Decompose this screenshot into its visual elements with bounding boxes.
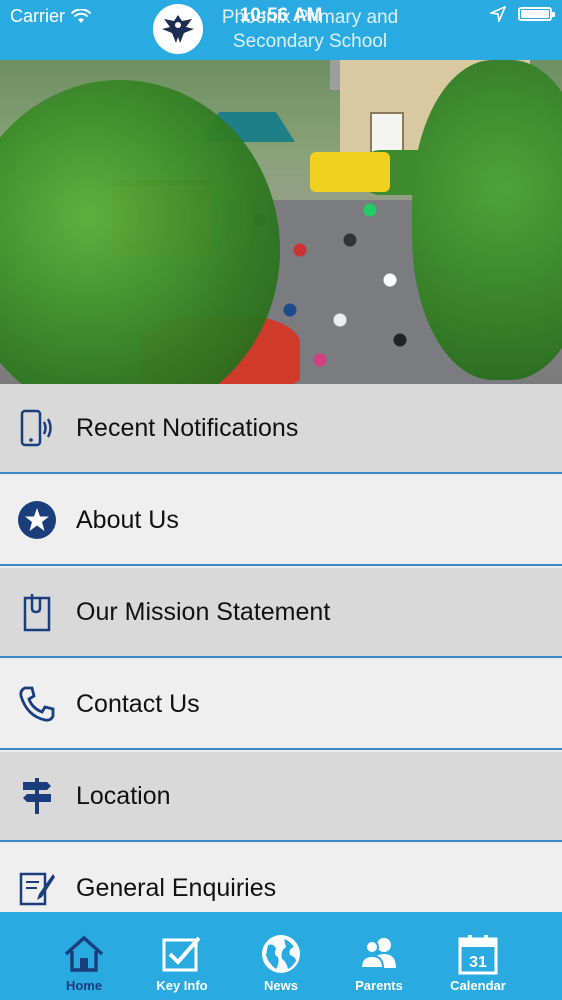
calendar-icon: 31 [456,932,500,976]
menu-item-label: About Us [76,505,179,534]
school-logo [153,4,203,54]
tab-label: Key Info [156,978,208,993]
signpost-icon [15,774,59,818]
star-circle-icon [15,498,59,542]
tab-calendar[interactable]: 31 Calendar [428,912,528,1000]
people-icon [357,932,401,976]
menu-item-label: General Enquiries [76,873,277,902]
clipboard-icon [15,590,59,634]
battery-level [521,10,549,18]
checkbox-icon [160,932,204,976]
tab-label: News [264,978,298,993]
eagle-crest-icon [162,15,194,43]
menu-item-label: Location [76,781,171,810]
tab-parents[interactable]: Parents [329,912,429,1000]
tab-label: Home [65,978,103,993]
menu-item-mission-statement[interactable]: Our Mission Statement [0,568,562,658]
menu-item-contact-us[interactable]: Contact Us [0,660,562,750]
phone-vibrate-icon [15,406,59,450]
tab-label: Calendar [450,978,506,993]
home-icon [62,932,106,976]
tab-key-info[interactable]: Key Info [132,912,232,1000]
menu-item-label: Contact Us [76,689,200,718]
location-arrow-icon [490,6,506,22]
status-right-group [490,6,555,22]
menu-item-general-enquiries[interactable]: General Enquiries [0,844,562,912]
menu-item-label: Our Mission Statement [76,597,331,626]
tab-news[interactable]: News [231,912,331,1000]
main-menu: Recent Notifications About Us Our Missio… [0,384,562,912]
menu-item-location[interactable]: Location [0,752,562,842]
calendar-badge: 31 [469,954,487,971]
bottom-tab-bar: Home Key Info News Parents 31 Calendar [0,912,562,1000]
menu-item-about-us[interactable]: About Us [0,476,562,566]
battery-icon [518,7,555,21]
tab-label: Parents [355,978,403,993]
top-header: Carrier 10:56 AM Phoenix Primary and Sec… [0,0,562,60]
edit-form-icon [15,866,59,910]
school-title: Phoenix Primary and Secondary School [221,7,399,52]
menu-item-recent-notifications[interactable]: Recent Notifications [0,384,562,474]
phone-handset-icon [15,682,59,726]
globe-icon [259,932,303,976]
tab-home[interactable]: Home [34,912,134,1000]
hero-image [0,60,562,384]
menu-item-label: Recent Notifications [76,413,299,442]
